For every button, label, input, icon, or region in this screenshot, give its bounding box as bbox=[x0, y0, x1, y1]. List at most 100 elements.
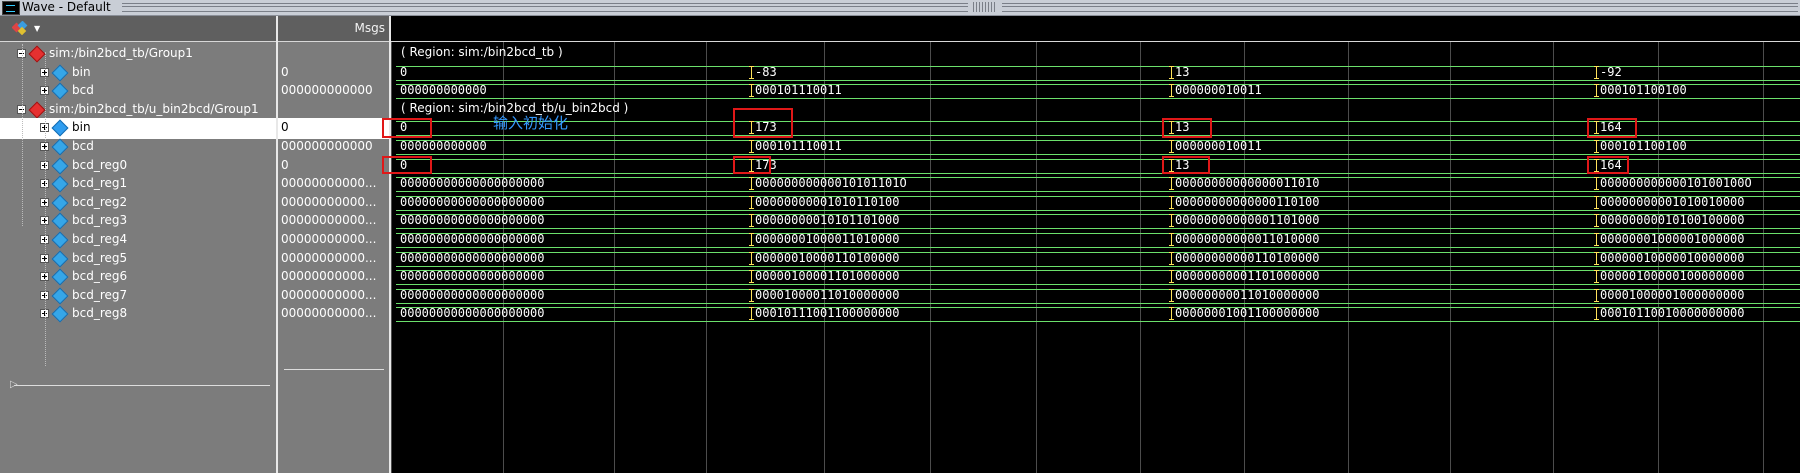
signal-name: bcd bbox=[72, 139, 94, 153]
wave-value: 00000100000100000000 bbox=[1600, 269, 1745, 283]
bus-waveform[interactable] bbox=[396, 66, 1800, 81]
waveform-pane[interactable]: ( Region: sim:/bin2bcd_tb ) 0 -83 13 -92 0000… bbox=[382, 16, 1800, 473]
window-drag-handle[interactable] bbox=[973, 2, 997, 12]
signal-icon bbox=[51, 64, 69, 82]
tree-guide-line bbox=[45, 52, 46, 366]
signal-row[interactable]: bcd_reg4 bbox=[0, 230, 276, 251]
signal-value: 000000000000 bbox=[281, 83, 373, 97]
bus-waveform[interactable] bbox=[396, 214, 1800, 229]
bus-waveform[interactable] bbox=[396, 84, 1800, 99]
signal-value: 0 bbox=[281, 158, 289, 172]
title-bar[interactable]: Wave - Default bbox=[0, 0, 1800, 16]
transition-marker bbox=[749, 307, 754, 320]
transition-marker bbox=[1594, 84, 1599, 97]
wave-value: 000101110011 bbox=[755, 83, 842, 97]
transition-marker bbox=[1594, 177, 1599, 190]
value-pane-header: Msgs bbox=[278, 16, 389, 42]
signal-value-row[interactable]: 00000000000... bbox=[278, 230, 389, 251]
signal-value-row[interactable] bbox=[278, 44, 389, 65]
transition-marker bbox=[1169, 270, 1174, 283]
signal-icon bbox=[51, 175, 69, 193]
wave-value: 000000000000 bbox=[400, 83, 487, 97]
wave-value: 00000000000000000000 bbox=[400, 306, 545, 320]
signal-row[interactable]: bcd_reg3 bbox=[0, 211, 276, 232]
bus-waveform[interactable] bbox=[396, 252, 1800, 267]
transition-marker bbox=[1594, 270, 1599, 283]
wave-value: 00000000010100100000 bbox=[1600, 213, 1745, 227]
wave-value: 00000010000010000000 bbox=[1600, 251, 1745, 265]
bus-waveform[interactable] bbox=[396, 307, 1800, 322]
bus-waveform[interactable] bbox=[396, 177, 1800, 192]
wave-value: 00001000011010000000 bbox=[755, 288, 900, 302]
transition-marker bbox=[749, 196, 754, 209]
wave-value: 00000000010101101000 bbox=[755, 213, 900, 227]
transition-marker bbox=[1169, 307, 1174, 320]
wave-value: -92 bbox=[1600, 65, 1622, 79]
wave-value: 00000001001100000000 bbox=[1175, 306, 1320, 320]
transition-marker bbox=[1594, 307, 1599, 320]
wave-value: 00000000000000000000 bbox=[400, 288, 545, 302]
signal-value-row[interactable]: 00000000000... bbox=[278, 304, 389, 325]
signal-value: 000000000000 bbox=[281, 139, 373, 153]
signal-row[interactable]: bcd_reg8 bbox=[0, 304, 276, 325]
signal-name-pane: ▼ sim:/bin2bcd_tb/Group1 bin bcd sim:/bin2b… bbox=[0, 16, 276, 473]
signal-row[interactable]: bcd_reg1 bbox=[0, 174, 276, 195]
signal-name: bcd_reg2 bbox=[72, 195, 128, 209]
signal-value-row[interactable]: 0 bbox=[278, 118, 389, 139]
wave-value: 00000000000110100000 bbox=[1175, 251, 1320, 265]
signal-icon bbox=[51, 194, 69, 212]
transition-marker bbox=[1594, 214, 1599, 227]
transition-marker bbox=[749, 252, 754, 265]
highlight-box bbox=[733, 156, 771, 174]
bus-waveform[interactable] bbox=[396, 289, 1800, 304]
group-icon bbox=[28, 45, 46, 63]
signal-name: bcd bbox=[72, 83, 94, 97]
signal-value-row[interactable]: 00000000000... bbox=[278, 267, 389, 288]
signal-icon bbox=[51, 157, 69, 175]
signal-group-row[interactable]: sim:/bin2bcd_tb/Group1 bbox=[0, 44, 276, 65]
signal-value-row[interactable]: 00000000000... bbox=[278, 174, 389, 195]
signal-icon bbox=[51, 138, 69, 156]
wave-value: 00000000000010101101O bbox=[755, 176, 907, 190]
signal-value: 00000000000... bbox=[281, 195, 377, 209]
signal-row[interactable]: bcd bbox=[0, 137, 276, 158]
signal-icon bbox=[51, 212, 69, 230]
wave-value: 000000000000 bbox=[400, 139, 487, 153]
bus-waveform[interactable] bbox=[396, 233, 1800, 248]
transition-marker bbox=[1169, 66, 1174, 79]
signal-name: bcd_reg1 bbox=[72, 176, 128, 190]
highlight-box bbox=[733, 108, 793, 138]
signal-value: 00000000000... bbox=[281, 251, 377, 265]
bus-waveform[interactable] bbox=[396, 196, 1800, 211]
signal-name: bin bbox=[72, 120, 91, 134]
wave-value: 000101110011 bbox=[755, 139, 842, 153]
msgs-column-label: Msgs bbox=[354, 21, 385, 35]
highlight-box bbox=[1162, 118, 1212, 138]
signal-value-row[interactable]: 000000000000 bbox=[278, 81, 389, 102]
transition-marker bbox=[1169, 140, 1174, 153]
region-label: ( Region: sim:/bin2bcd_tb ) bbox=[401, 45, 563, 59]
signal-icon bbox=[51, 268, 69, 286]
wave-toolbar-icon[interactable] bbox=[12, 21, 28, 35]
toolbar-dropdown-icon[interactable]: ▼ bbox=[34, 24, 40, 33]
group-icon bbox=[28, 101, 46, 119]
signal-row[interactable]: bin bbox=[0, 118, 276, 139]
signal-value: 00000000000... bbox=[281, 232, 377, 246]
bus-waveform[interactable] bbox=[396, 270, 1800, 285]
signal-value: 00000000000... bbox=[281, 176, 377, 190]
signal-value-row[interactable]: 000000000000 bbox=[278, 137, 389, 158]
highlight-box bbox=[1587, 118, 1637, 138]
window-title: Wave - Default bbox=[22, 0, 111, 14]
title-grip-left bbox=[122, 3, 968, 12]
bus-waveform[interactable] bbox=[396, 140, 1800, 155]
signal-value: 0 bbox=[281, 120, 289, 134]
signal-row[interactable]: bcd bbox=[0, 81, 276, 102]
wave-value: 00001000001000000000 bbox=[1600, 288, 1745, 302]
highlight-box bbox=[382, 118, 432, 138]
wave-value: 000101100100 bbox=[1600, 83, 1687, 97]
signal-icon bbox=[51, 231, 69, 249]
signal-row[interactable]: bcd_reg6 bbox=[0, 267, 276, 288]
signal-value-row[interactable]: 00000000000... bbox=[278, 211, 389, 232]
wave-value: 13 bbox=[1175, 65, 1190, 79]
wave-value: 00000000000000000000 bbox=[400, 195, 545, 209]
